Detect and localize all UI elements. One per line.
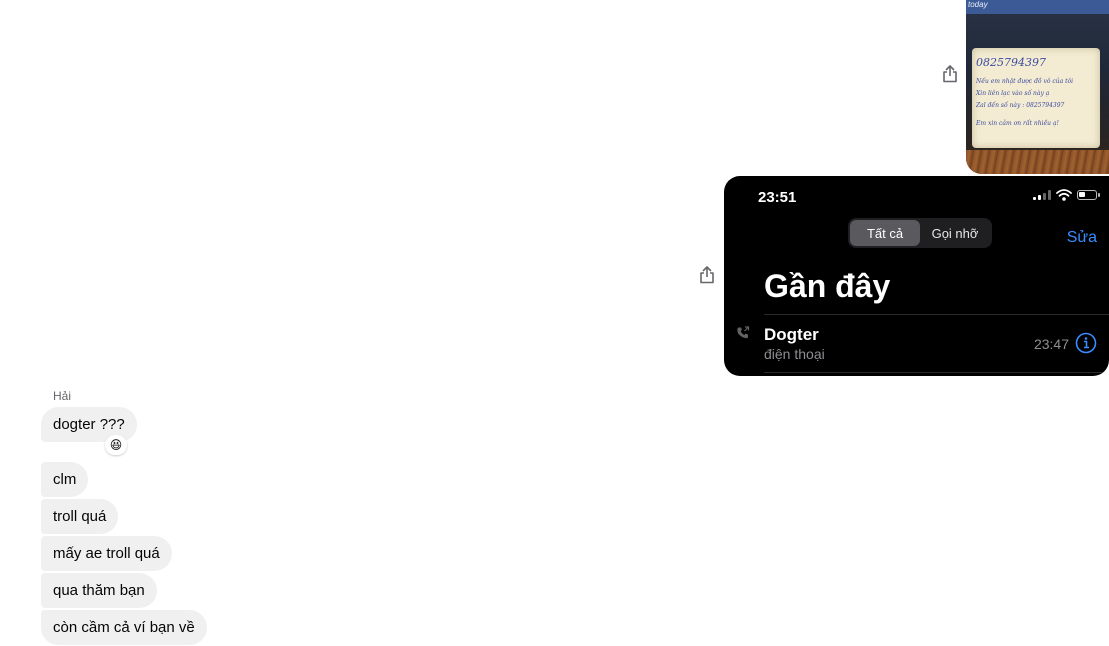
sender-name: Hải [53,389,72,403]
message-text: mấy ae troll quá [53,545,160,562]
status-time: 23:51 [758,189,797,206]
message-bubble[interactable]: qua thăm bạn [41,573,157,608]
note-top-label: today [968,0,988,9]
message-bubble[interactable]: còn cầm cả ví bạn về [41,610,207,645]
tab-all[interactable]: Tất cả [850,220,920,246]
message-text: clm [53,471,77,488]
tab-missed[interactable]: Gọi nhỡ [920,220,990,246]
info-icon[interactable] [1075,332,1097,354]
note-top-strip: today [966,0,1109,14]
note-line: Nếu em nhặt được đồ vô của tôi [976,78,1074,85]
call-time: 23:47 [1033,336,1069,352]
divider [764,314,1109,315]
laughing-emoji-icon: 😆 [109,438,123,452]
message-bubble[interactable]: troll quá [41,499,119,534]
phone-call-icon [737,326,750,339]
message-text: dogter ??? [53,416,125,433]
reaction-badge[interactable]: 😆 [105,435,127,455]
share-icon[interactable] [697,265,717,285]
conversation-view: today 0825794397 Nếu em nhặt được đồ vô … [0,0,1109,646]
call-contact-name: Dogter [764,325,819,344]
message-text: còn cầm cả ví bạn về [53,619,195,636]
battery-icon [1077,190,1100,200]
note-line: Xin liên lạc vào số này ạ [976,90,1050,97]
recents-title: Gần đây [764,268,891,304]
note-line: Zal đến số này : 0825794397 [976,102,1065,109]
note-line: 0825794397 [976,56,1046,69]
handwritten-note-photo[interactable]: today 0825794397 Nếu em nhặt được đồ vô … [966,0,1109,174]
note-line: Em xin cảm ơn rất nhiều ạ! [976,120,1059,127]
wifi-icon [1056,189,1072,201]
edit-button[interactable]: Sửa [1067,229,1097,247]
divider [764,372,1109,373]
message-bubble[interactable]: mấy ae troll quá [41,536,172,571]
wooden-table [966,150,1109,174]
message-bubble[interactable]: clm [41,462,89,497]
status-icons [1033,189,1100,201]
note-paper: 0825794397 Nếu em nhặt được đồ vô của tô… [972,48,1100,148]
cellular-signal-icon [1033,190,1051,200]
message-text: qua thăm bạn [53,582,145,599]
call-type: điện thoại [764,346,825,362]
message-text: troll quá [53,508,107,525]
share-icon[interactable] [940,64,960,84]
phone-recents-screenshot[interactable]: 23:51 Tất cả Gọi nhỡ Sửa Gần đây Dogter … [724,176,1109,376]
segmented-control: Tất cả Gọi nhỡ [848,218,992,248]
